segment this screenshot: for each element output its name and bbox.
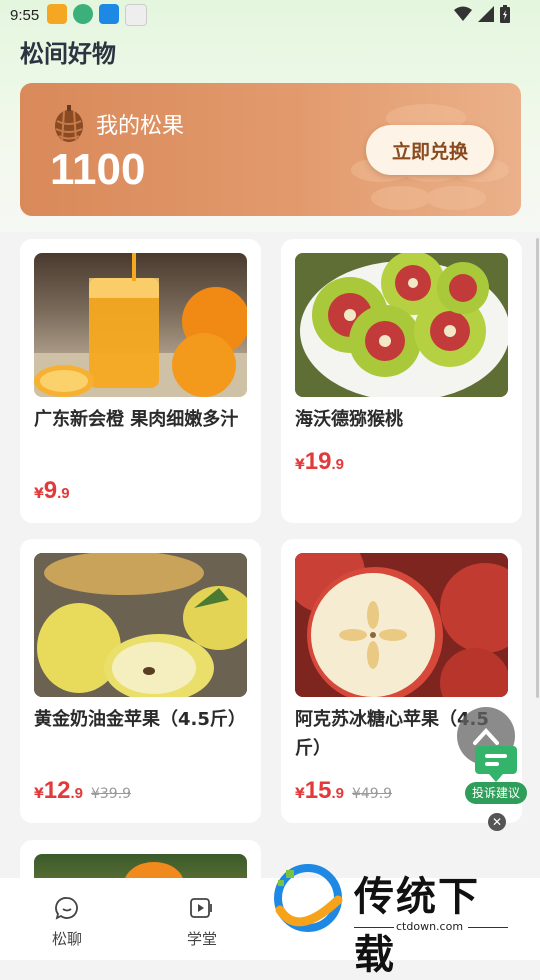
price-integer: 15 [304,777,332,804]
chat-bubble-icon [55,897,78,920]
price-integer: 9 [43,477,58,504]
close-feedback-icon[interactable]: ✕ [488,813,506,831]
price-currency: ¥ [295,786,305,802]
watermark-url: ctdown.com [396,920,464,933]
page-title: 松间好物 [20,40,116,68]
app-notification-icon [47,4,68,24]
download-notification-icon [99,4,120,24]
leaf-notification-icon [73,4,94,24]
system-icons [454,5,510,23]
status-time: 9:55 [10,6,40,24]
kiwi-picture [295,253,508,397]
nav-item-school[interactable]: 学堂 [172,896,232,949]
product-price: ¥ 12 .9 ¥39.9 [34,777,131,805]
price-currency: ¥ [295,457,305,473]
nav-item-chat[interactable]: 松聊 [37,896,97,949]
product-image-orange [34,253,247,397]
price-currency: ¥ [34,486,44,502]
orange-juice-picture [34,253,247,397]
product-image-kiwi [295,253,508,397]
watermark-logo-icon [274,864,343,932]
watermark-line-left [354,927,394,928]
golden-apple-picture [34,553,247,697]
points-label: 我的松果 [96,114,185,139]
redeem-button[interactable]: 立即兑换 [366,125,494,175]
original-price: ¥39.9 [90,786,132,802]
battery-icon [500,5,510,23]
product-price: ¥ 19 .9 [295,448,344,476]
video-play-icon [190,898,212,918]
price-integer: 19 [304,448,332,475]
watermark-line-right [468,927,508,928]
aksu-apple-picture [295,553,508,697]
price-decimal: .9 [57,485,70,502]
product-card-golden-apple[interactable]: 黄金奶油金苹果（4.5斤） ¥ 12 .9 ¥39.9 [20,539,261,823]
price-integer: 12 [43,777,71,804]
feedback-widget[interactable]: 投诉建议 [465,742,527,806]
product-name: 海沃德猕猴桃 [295,409,403,430]
product-name: 黄金奶油金苹果（4.5斤） [34,709,246,730]
notification-icons [47,4,148,26]
product-price: ¥ 15 .9 ¥49.9 [295,777,392,805]
product-image-aksu-apple [295,553,508,697]
product-image-golden-apple [34,553,247,697]
price-currency: ¥ [34,786,44,802]
signal-icon [478,6,494,22]
news-notification-icon [125,4,148,26]
price-decimal: .9 [331,785,344,802]
status-bar: 9:55 [0,0,540,30]
points-value: 1100 [50,145,146,194]
nav-label: 松聊 [51,930,82,948]
feedback-icon [475,746,517,782]
pinecone-points-card: 我的松果 1100 立即兑换 [20,83,521,216]
product-price: ¥ 9 .9 [34,477,70,505]
price-decimal: .9 [70,785,83,802]
product-name: 广东新会橙 果肉细嫩多汁 [34,409,239,430]
original-price: ¥49.9 [351,786,393,802]
feedback-label: 投诉建议 [465,782,527,804]
wifi-icon [454,6,472,21]
scrollbar[interactable] [536,238,539,698]
pinecone-icon [55,105,83,142]
watermark: 传统下载 ctdown.com [268,858,518,978]
nav-label: 学堂 [186,930,217,948]
product-card-orange[interactable]: 广东新会橙 果肉细嫩多汁 ¥ 9 .9 [20,239,261,523]
product-card-kiwi[interactable]: 海沃德猕猴桃 ¥ 19 .9 [281,239,522,523]
price-decimal: .9 [331,456,344,473]
